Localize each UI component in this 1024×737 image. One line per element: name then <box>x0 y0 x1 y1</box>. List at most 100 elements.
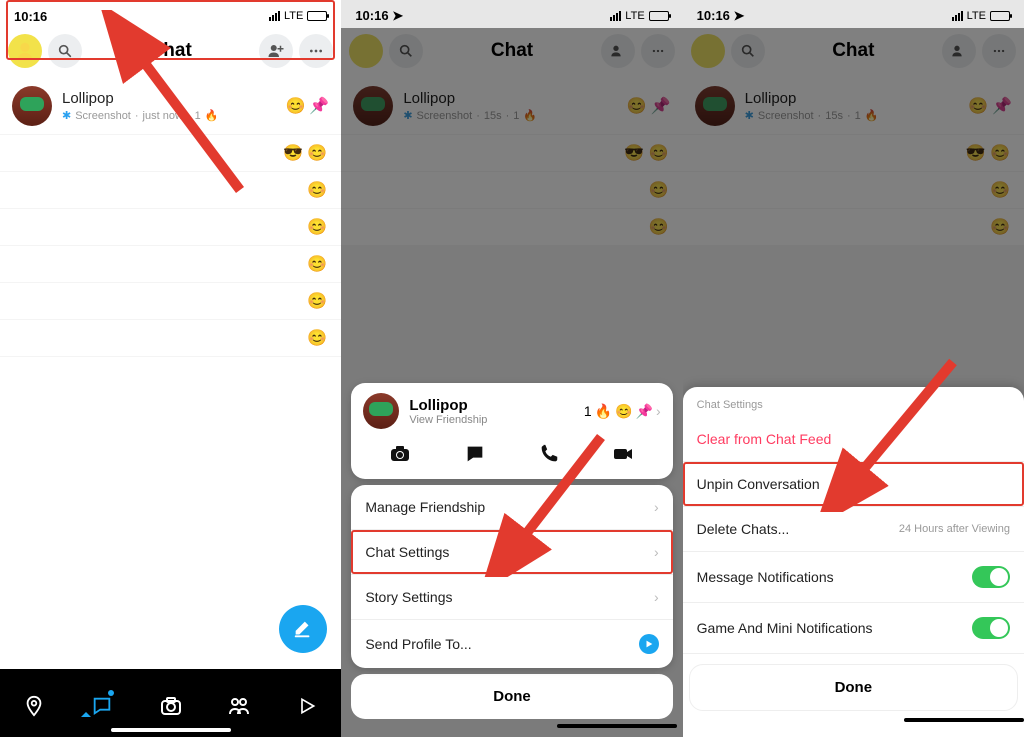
battery-icon <box>990 11 1010 21</box>
placeholder-row: 😊 <box>0 320 341 357</box>
network-label: LTE <box>625 10 644 22</box>
phone-icon <box>538 443 560 465</box>
chat-info: Lollipop ✱ Screenshot· just now· 1🔥 <box>62 90 285 122</box>
chat-bubble-icon <box>464 443 486 465</box>
signal-icon <box>610 11 621 21</box>
snap-camera-button[interactable] <box>385 439 415 469</box>
nav-active-indicator <box>81 712 91 717</box>
section-label: Chat Settings <box>683 387 1024 417</box>
emoji-face-icon: 😊 <box>285 96 305 116</box>
chat-icon <box>91 695 113 717</box>
video-call-button[interactable] <box>608 439 638 469</box>
friendship-menu: Manage Friendship › Chat Settings › Stor… <box>351 485 672 668</box>
nav-map[interactable] <box>20 692 48 720</box>
menu-label: Unpin Conversation <box>697 476 820 492</box>
chat-right-icons: 😊 📌 <box>285 96 329 116</box>
chat-settings-sheet: Chat Settings Clear from Chat Feed Unpin… <box>683 387 1024 737</box>
unpin-conversation[interactable]: Unpin Conversation <box>683 462 1024 507</box>
home-indicator <box>111 728 231 732</box>
bottom-nav <box>0 669 341 737</box>
status-bar: 10:16 ➤ LTE <box>341 0 682 28</box>
search-button[interactable] <box>48 34 82 68</box>
signal-icon <box>269 11 280 21</box>
chat-button[interactable] <box>460 439 490 469</box>
toggle-on[interactable] <box>972 566 1010 588</box>
chat-time: just now <box>143 110 183 122</box>
status-time: 10:16 <box>14 9 47 24</box>
add-friend-icon <box>267 42 285 60</box>
menu-send-profile[interactable]: Send Profile To... <box>351 620 672 668</box>
profile-actions <box>363 439 660 473</box>
profile-name: Lollipop <box>409 397 584 414</box>
menu-label: Manage Friendship <box>365 499 485 515</box>
placeholder-row: 😊 <box>0 246 341 283</box>
panel-1-chat-list: 10:16 LTE Chat Lollipop ✱ Sc <box>0 0 341 737</box>
placeholder-row: 😊 <box>0 172 341 209</box>
clear-from-feed[interactable]: Clear from Chat Feed <box>683 417 1024 462</box>
compose-button[interactable] <box>279 605 327 653</box>
menu-label: Chat Settings <box>365 544 449 560</box>
delete-chats[interactable]: Delete Chats... 24 Hours after Viewing <box>683 507 1024 552</box>
more-button[interactable] <box>299 34 333 68</box>
profile-streak-info: 1🔥😊📌 › <box>584 403 661 420</box>
chat-list: Lollipop ✱ Screenshot· just now· 1🔥 😊 📌 … <box>0 78 341 669</box>
signal-icon <box>952 11 963 21</box>
nav-spotlight[interactable] <box>293 692 321 720</box>
status-bar: 10:16 LTE <box>0 0 341 28</box>
page-title: Chat <box>88 40 253 62</box>
nav-chat[interactable] <box>88 692 116 720</box>
pin-icon: 📌 <box>309 96 329 116</box>
home-indicator <box>904 718 1024 722</box>
bitmoji-icon <box>14 40 36 62</box>
chevron-right-icon: › <box>654 544 659 560</box>
status-time: 10:16 ➤ <box>697 8 745 24</box>
battery-icon <box>307 11 327 21</box>
chat-action: Screenshot <box>75 110 131 122</box>
panel-2-context-menu: 10:16 ➤ LTE Chat Lollipop ✱Screenshot·15… <box>341 0 682 737</box>
profile-card[interactable]: Lollipop View Friendship 1🔥😊📌 › <box>351 383 672 479</box>
status-time: 10:16 ➤ <box>355 8 403 24</box>
nav-camera[interactable] <box>157 692 185 720</box>
context-sheet: Lollipop View Friendship 1🔥😊📌 › Manage F… <box>341 377 682 737</box>
done-button[interactable]: Done <box>351 674 672 719</box>
search-icon <box>57 43 73 59</box>
chevron-right-icon: › <box>654 589 659 605</box>
done-button[interactable]: Done <box>689 664 1018 711</box>
profile-avatar <box>363 393 399 429</box>
menu-label: Clear from Chat Feed <box>697 431 832 447</box>
more-icon <box>308 43 324 59</box>
chevron-right-icon: › <box>654 499 659 515</box>
camera-icon <box>159 694 183 718</box>
video-icon <box>611 442 635 466</box>
chat-avatar <box>12 86 52 126</box>
network-label: LTE <box>967 10 986 22</box>
profile-avatar-button[interactable] <box>8 34 42 68</box>
menu-story-settings[interactable]: Story Settings › <box>351 575 672 620</box>
add-friend-button[interactable] <box>259 34 293 68</box>
chat-name: Lollipop <box>62 90 285 107</box>
streak-count: 1 <box>195 110 201 122</box>
notification-dot <box>108 690 114 696</box>
home-indicator <box>557 724 677 728</box>
menu-manage-friendship[interactable]: Manage Friendship › <box>351 485 672 530</box>
fire-icon: 🔥 <box>205 109 219 122</box>
game-mini-notifications[interactable]: Game And Mini Notifications <box>683 603 1024 654</box>
chevron-right-icon: › <box>656 403 661 419</box>
menu-chat-settings[interactable]: Chat Settings › <box>351 530 672 575</box>
map-pin-icon <box>23 695 45 717</box>
screenshot-icon: ✱ <box>62 109 71 122</box>
menu-label: Send Profile To... <box>365 636 471 652</box>
delete-detail: 24 Hours after Viewing <box>899 523 1010 535</box>
status-right: LTE <box>952 10 1010 22</box>
chat-row-lollipop[interactable]: Lollipop ✱ Screenshot· just now· 1🔥 😊 📌 <box>0 78 341 135</box>
menu-label: Story Settings <box>365 589 452 605</box>
view-friendship-link[interactable]: View Friendship <box>409 414 584 426</box>
nav-stories[interactable] <box>225 692 253 720</box>
menu-label: Game And Mini Notifications <box>697 620 873 636</box>
play-icon <box>297 696 317 716</box>
people-icon <box>227 694 251 718</box>
toggle-on[interactable] <box>972 617 1010 639</box>
status-bar: 10:16 ➤ LTE <box>683 0 1024 28</box>
voice-call-button[interactable] <box>534 439 564 469</box>
message-notifications[interactable]: Message Notifications <box>683 552 1024 603</box>
